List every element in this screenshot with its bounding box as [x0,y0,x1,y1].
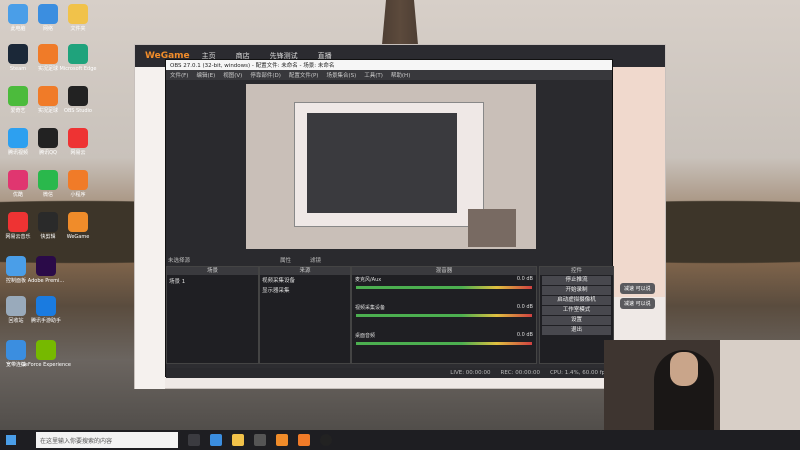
start-icon[interactable] [6,435,16,445]
controls-header: 控件 [540,267,613,275]
obs-docks: 场景 场景 1 来源 视频采集设备 显示器采集 混音器 麦克风/Aux 0.0 d… [166,266,614,378]
mixer-channel: 麦克风/Aux 0.0 dB [352,275,536,289]
volume-meter[interactable] [356,342,532,345]
menu-scene-collection[interactable]: 场景集合(S) [326,71,356,79]
live-timer: LIVE: 00:00:00 [450,370,491,376]
desktop-icon[interactable]: Microsoft Edge [48,44,108,72]
no-source-label: 未选择源 [168,258,191,264]
floating-button[interactable]: 减速 可以说 [620,298,655,309]
wegame-sidebar [135,67,165,389]
game-icon[interactable] [298,434,310,446]
desktop-icons: 此电脑 网络 文件夹 Steam 实况足球 Microsoft Edge 爱奇艺… [0,0,130,430]
floating-button[interactable]: 减速 可以说 [620,283,655,294]
edge-icon[interactable] [210,434,222,446]
obs-statusbar: LIVE: 00:00:00 REC: 00:00:00 CPU: 1.4%, … [166,368,614,378]
nested-window [294,102,484,227]
nested-obs [307,113,457,213]
face [670,352,698,386]
desktop-icon[interactable]: WeGame [48,212,108,240]
desktop-icon[interactable]: 网易云 [48,128,108,156]
volume-meter[interactable] [356,286,532,289]
controls-dock: 控件 停止推流 开始录制 启动虚拟摄像机 工作室模式 设置 退出 [539,266,614,364]
menu-tools[interactable]: 工具(T) [364,71,383,79]
start-recording-button[interactable]: 开始录制 [542,286,611,295]
obs-menubar: 文件(F) 编辑(E) 视图(V) 停靠部件(D) 配置文件(P) 场景集合(S… [166,70,612,80]
taskbar-search[interactable]: 在这里输入你要搜索的内容 [36,432,178,448]
menu-file[interactable]: 文件(F) [170,71,188,79]
scenes-dock: 场景 场景 1 [166,266,259,364]
wegame-right-panel [605,67,665,297]
desktop-icon[interactable]: 腾讯手游助手 [16,296,76,324]
menu-view[interactable]: 视图(V) [223,71,242,79]
filters-button[interactable]: 滤镜 [310,256,321,264]
mixer-header: 混音器 [352,267,536,275]
menu-docks[interactable]: 停靠部件(D) [250,71,281,79]
scenes-header: 场景 [167,267,258,275]
task-view-icon[interactable] [188,434,200,446]
desktop-icon[interactable]: OBS Studio [48,86,108,114]
mixer-channel: 视频采集设备 0.0 dB [352,303,536,317]
virtual-camera-button[interactable]: 启动虚拟摄像机 [542,296,611,305]
desktop-icon[interactable]: Adobe Premi... [16,256,76,284]
menu-help[interactable]: 帮助(H) [391,71,410,79]
obs-window: OBS 27.0.1 (32-bit, windows) - 配置文件: 未命名… [165,59,614,378]
wegame-icon[interactable] [276,434,288,446]
explorer-icon[interactable] [232,434,244,446]
taskbar: 在这里输入你要搜索的内容 [0,430,800,450]
mixer-dock: 混音器 麦克风/Aux 0.0 dB 视频采集设备 0.0 dB 桌面音频 0.0 d… [351,266,537,364]
settings-button[interactable]: 设置 [542,316,611,325]
desktop-icon[interactable]: 文件夹 [48,4,108,32]
rec-timer: REC: 00:00:00 [500,370,540,376]
obs-icon[interactable] [320,434,332,446]
source-item[interactable]: 显示器采集 [260,285,350,295]
scene-item[interactable]: 场景 1 [167,275,258,287]
mixer-channel: 桌面音频 0.0 dB [352,331,536,345]
desktop-icon[interactable]: GeForce Experience [16,340,76,368]
app-icon[interactable] [254,434,266,446]
webcam-overlay [468,209,516,247]
cpu-fps: CPU: 1.4%, 60.00 fps [549,370,608,376]
properties-button[interactable]: 属性 [280,256,291,264]
sources-dock: 来源 视频采集设备 显示器采集 [259,266,351,364]
obs-preview[interactable] [246,84,536,249]
menu-profile[interactable]: 配置文件(P) [289,71,319,79]
source-item[interactable]: 视频采集设备 [260,275,350,285]
stop-stream-button[interactable]: 停止推流 [542,276,611,285]
menu-edit[interactable]: 编辑(E) [196,71,215,79]
volume-meter[interactable] [356,314,532,317]
desktop-icon[interactable]: 小程序 [48,170,108,198]
exit-button[interactable]: 退出 [542,326,611,335]
sources-header: 来源 [260,267,350,275]
obs-title: OBS 27.0.1 (32-bit, windows) - 配置文件: 未命名… [166,60,612,70]
studio-mode-button[interactable]: 工作室模式 [542,306,611,315]
